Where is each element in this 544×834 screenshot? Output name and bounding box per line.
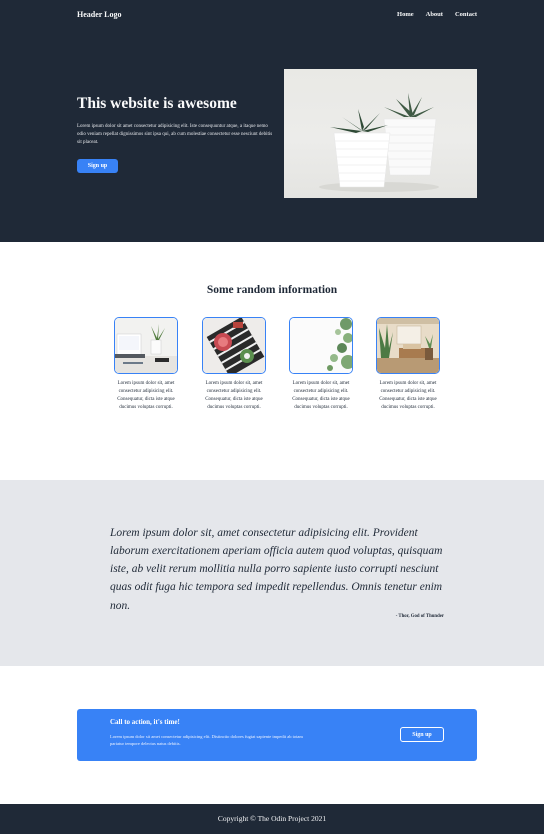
nav-links: Home About Contact (397, 11, 477, 18)
cta-text: Lorem ipsum dolor sit amet consectetur a… (110, 734, 303, 747)
quote-text: Lorem ipsum dolor sit, amet consectetur … (110, 527, 443, 612)
nav-contact-link[interactable]: Contact (455, 11, 477, 18)
info-card-text: Lorem ipsum dolor sit, amet consectetur … (292, 381, 350, 410)
hero-title: This website is awesome (77, 95, 237, 112)
succulent-pots-image (284, 69, 477, 198)
flower-tray-image (202, 317, 266, 374)
cta-signup-button[interactable]: Sign up (400, 727, 444, 742)
living-room-illustration (377, 318, 439, 373)
flower-tray-illustration (203, 318, 265, 373)
living-room-image (376, 317, 440, 374)
info-card-text: Lorem ipsum dolor sit, amet consectetur … (205, 381, 263, 410)
info-cards: Lorem ipsum dolor sit, amet consectetur … (113, 317, 443, 437)
succulents-illustration (290, 318, 352, 373)
info-card-text: Lorem ipsum dolor sit, amet consectetur … (117, 381, 175, 410)
desk-laptop-illustration (115, 318, 177, 373)
nav-about-link[interactable]: About (426, 11, 443, 18)
info-card: Lorem ipsum dolor sit, amet consectetur … (201, 317, 267, 412)
succulent-pots-illustration (319, 93, 439, 192)
info-card: Lorem ipsum dolor sit, amet consectetur … (288, 317, 354, 412)
info-card: Lorem ipsum dolor sit, amet consectetur … (113, 317, 179, 412)
nav-home-link[interactable]: Home (397, 11, 414, 18)
succulents-image (289, 317, 353, 374)
quote-section: Lorem ipsum dolor sit, amet consectetur … (0, 480, 544, 666)
footer: Copyright © The Odin Project 2021 (0, 804, 544, 834)
header-logo[interactable]: Header Logo (77, 10, 122, 19)
quote-attribution: - Thor, God of Thunder (395, 614, 444, 619)
info-card-text: Lorem ipsum dolor sit, amet consectetur … (379, 381, 437, 410)
info-card: Lorem ipsum dolor sit, amet consectetur … (375, 317, 441, 412)
info-section-title: Some random information (206, 284, 338, 296)
hero-text: Lorem ipsum dolor sit amet consectetur a… (77, 124, 273, 145)
footer-copyright: Copyright © The Odin Project 2021 (217, 814, 327, 823)
call-to-action-box: Call to action, it's time! Lorem ipsum d… (77, 709, 477, 761)
header-hero-section: Header Logo Home About Contact This webs… (0, 0, 544, 242)
cta-title: Call to action, it's time! (110, 718, 180, 726)
desk-laptop-image (114, 317, 178, 374)
navbar: Header Logo Home About Contact (77, 8, 477, 20)
hero-signup-button[interactable]: Sign up (77, 159, 118, 173)
